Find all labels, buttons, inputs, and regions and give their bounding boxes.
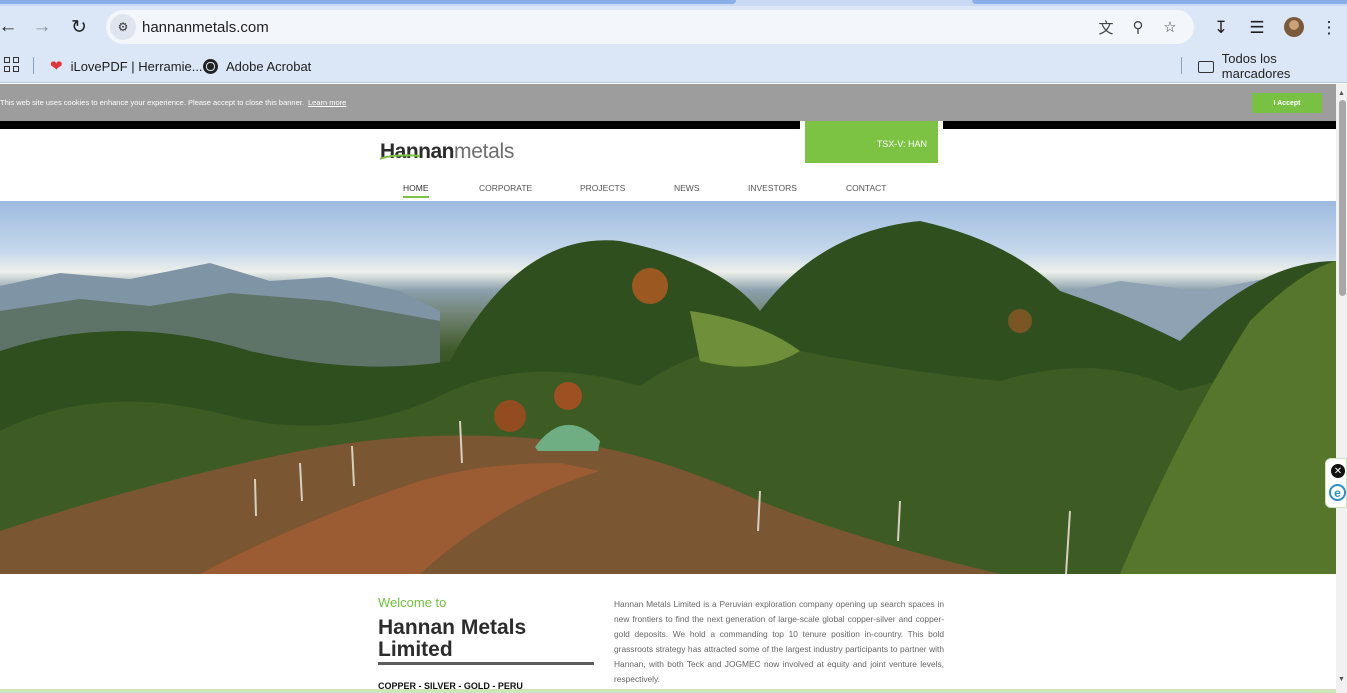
- heart-icon: ❤: [50, 58, 63, 75]
- globe-icon: [203, 58, 218, 74]
- folder-icon: [1198, 61, 1214, 73]
- header-bar-right: [943, 121, 1336, 129]
- logo-swoosh-icon: [380, 154, 420, 160]
- nav-home[interactable]: HOME: [403, 183, 429, 198]
- nav-contact[interactable]: CONTACT: [846, 183, 886, 193]
- bookmarks-separator: [33, 57, 34, 74]
- bookmarks-bar: ❤ iLovePDF | Herramie... Adobe Acrobat T…: [0, 48, 1347, 83]
- nav-investors[interactable]: INVESTORS: [748, 183, 797, 193]
- all-bookmarks-label: Todos los marcadores: [1221, 51, 1291, 81]
- logo-light-text: metals: [454, 140, 515, 163]
- scroll-up-icon[interactable]: ▲: [1338, 90, 1345, 97]
- hero-image: [0, 201, 1336, 574]
- zoom-icon[interactable]: ⚲: [1128, 17, 1148, 37]
- menu-icon[interactable]: ⋮: [1318, 17, 1340, 39]
- apps-grid-icon[interactable]: [4, 57, 19, 72]
- logo-bold-text: Hannan: [380, 140, 455, 163]
- header-bar-left: [0, 121, 800, 129]
- site-logo[interactable]: Hannan metals: [380, 140, 514, 166]
- bookmarks-separator: [1181, 57, 1182, 74]
- star-icon[interactable]: ☆: [1160, 17, 1180, 37]
- bookmark-label: Adobe Acrobat: [226, 58, 312, 74]
- translate-icon[interactable]: 文: [1096, 17, 1116, 37]
- nav-corporate[interactable]: CORPORATE: [479, 183, 532, 193]
- back-icon[interactable]: ←: [0, 15, 20, 39]
- main-nav: HOME CORPORATE PROJECTS NEWS INVESTORS C…: [0, 183, 1336, 201]
- accept-cookies-button[interactable]: I Accept: [1252, 93, 1322, 113]
- scroll-thumb[interactable]: [1339, 100, 1346, 296]
- welcome-heading: Welcome to: [378, 595, 447, 610]
- nav-projects[interactable]: PROJECTS: [580, 183, 625, 193]
- extension-e-icon[interactable]: e: [1329, 484, 1346, 501]
- side-extension-widget: ✕ e: [1325, 458, 1347, 508]
- download-icon[interactable]: ↧: [1210, 17, 1232, 39]
- active-tab-edge[interactable]: [0, 0, 736, 4]
- bookmark-label: iLovePDF | Herramie...: [70, 58, 203, 74]
- inactive-tab-edge[interactable]: [972, 0, 1347, 4]
- title-underline: [378, 662, 594, 665]
- cookie-text: This web site uses cookies to enhance yo…: [0, 98, 346, 107]
- close-icon[interactable]: ✕: [1331, 464, 1345, 478]
- url-text[interactable]: hannanmetals.com: [142, 19, 269, 36]
- scroll-down-icon[interactable]: ▼: [1338, 676, 1345, 683]
- reload-icon[interactable]: ↻: [67, 15, 91, 39]
- page-bottom-accent: [0, 689, 1336, 693]
- profile-avatar[interactable]: [1284, 17, 1304, 37]
- hero-landscape-graphic: [0, 221, 1336, 574]
- learn-more-link[interactable]: Learn more: [308, 98, 346, 107]
- cookie-banner: This web site uses cookies to enhance yo…: [0, 84, 1336, 121]
- bookmark-ilovepdf[interactable]: ❤ iLovePDF | Herramie...: [50, 56, 203, 76]
- browser-toolbar: ← → ↻ ⚙ hannanmetals.com 文 ⚲ ☆ ↧ ☰ ⋮: [0, 6, 1347, 48]
- forward-icon[interactable]: →: [30, 15, 54, 39]
- site-info-icon[interactable]: ⚙: [110, 14, 136, 40]
- media-icon[interactable]: ☰: [1246, 17, 1268, 39]
- page-title: Hannan Metals Limited: [378, 616, 527, 661]
- bookmark-adobe-acrobat[interactable]: Adobe Acrobat: [203, 56, 311, 76]
- ticker-badge: TSX-V: HAN: [805, 121, 938, 163]
- address-bar[interactable]: ⚙ hannanmetals.com 文 ⚲ ☆: [106, 10, 1194, 44]
- intro-paragraph: Hannan Metals Limited is a Peruvian expl…: [614, 599, 944, 684]
- cookie-message: This web site uses cookies to enhance yo…: [0, 98, 304, 107]
- all-bookmarks[interactable]: Todos los marcadores: [1198, 51, 1347, 81]
- nav-news[interactable]: NEWS: [674, 183, 700, 193]
